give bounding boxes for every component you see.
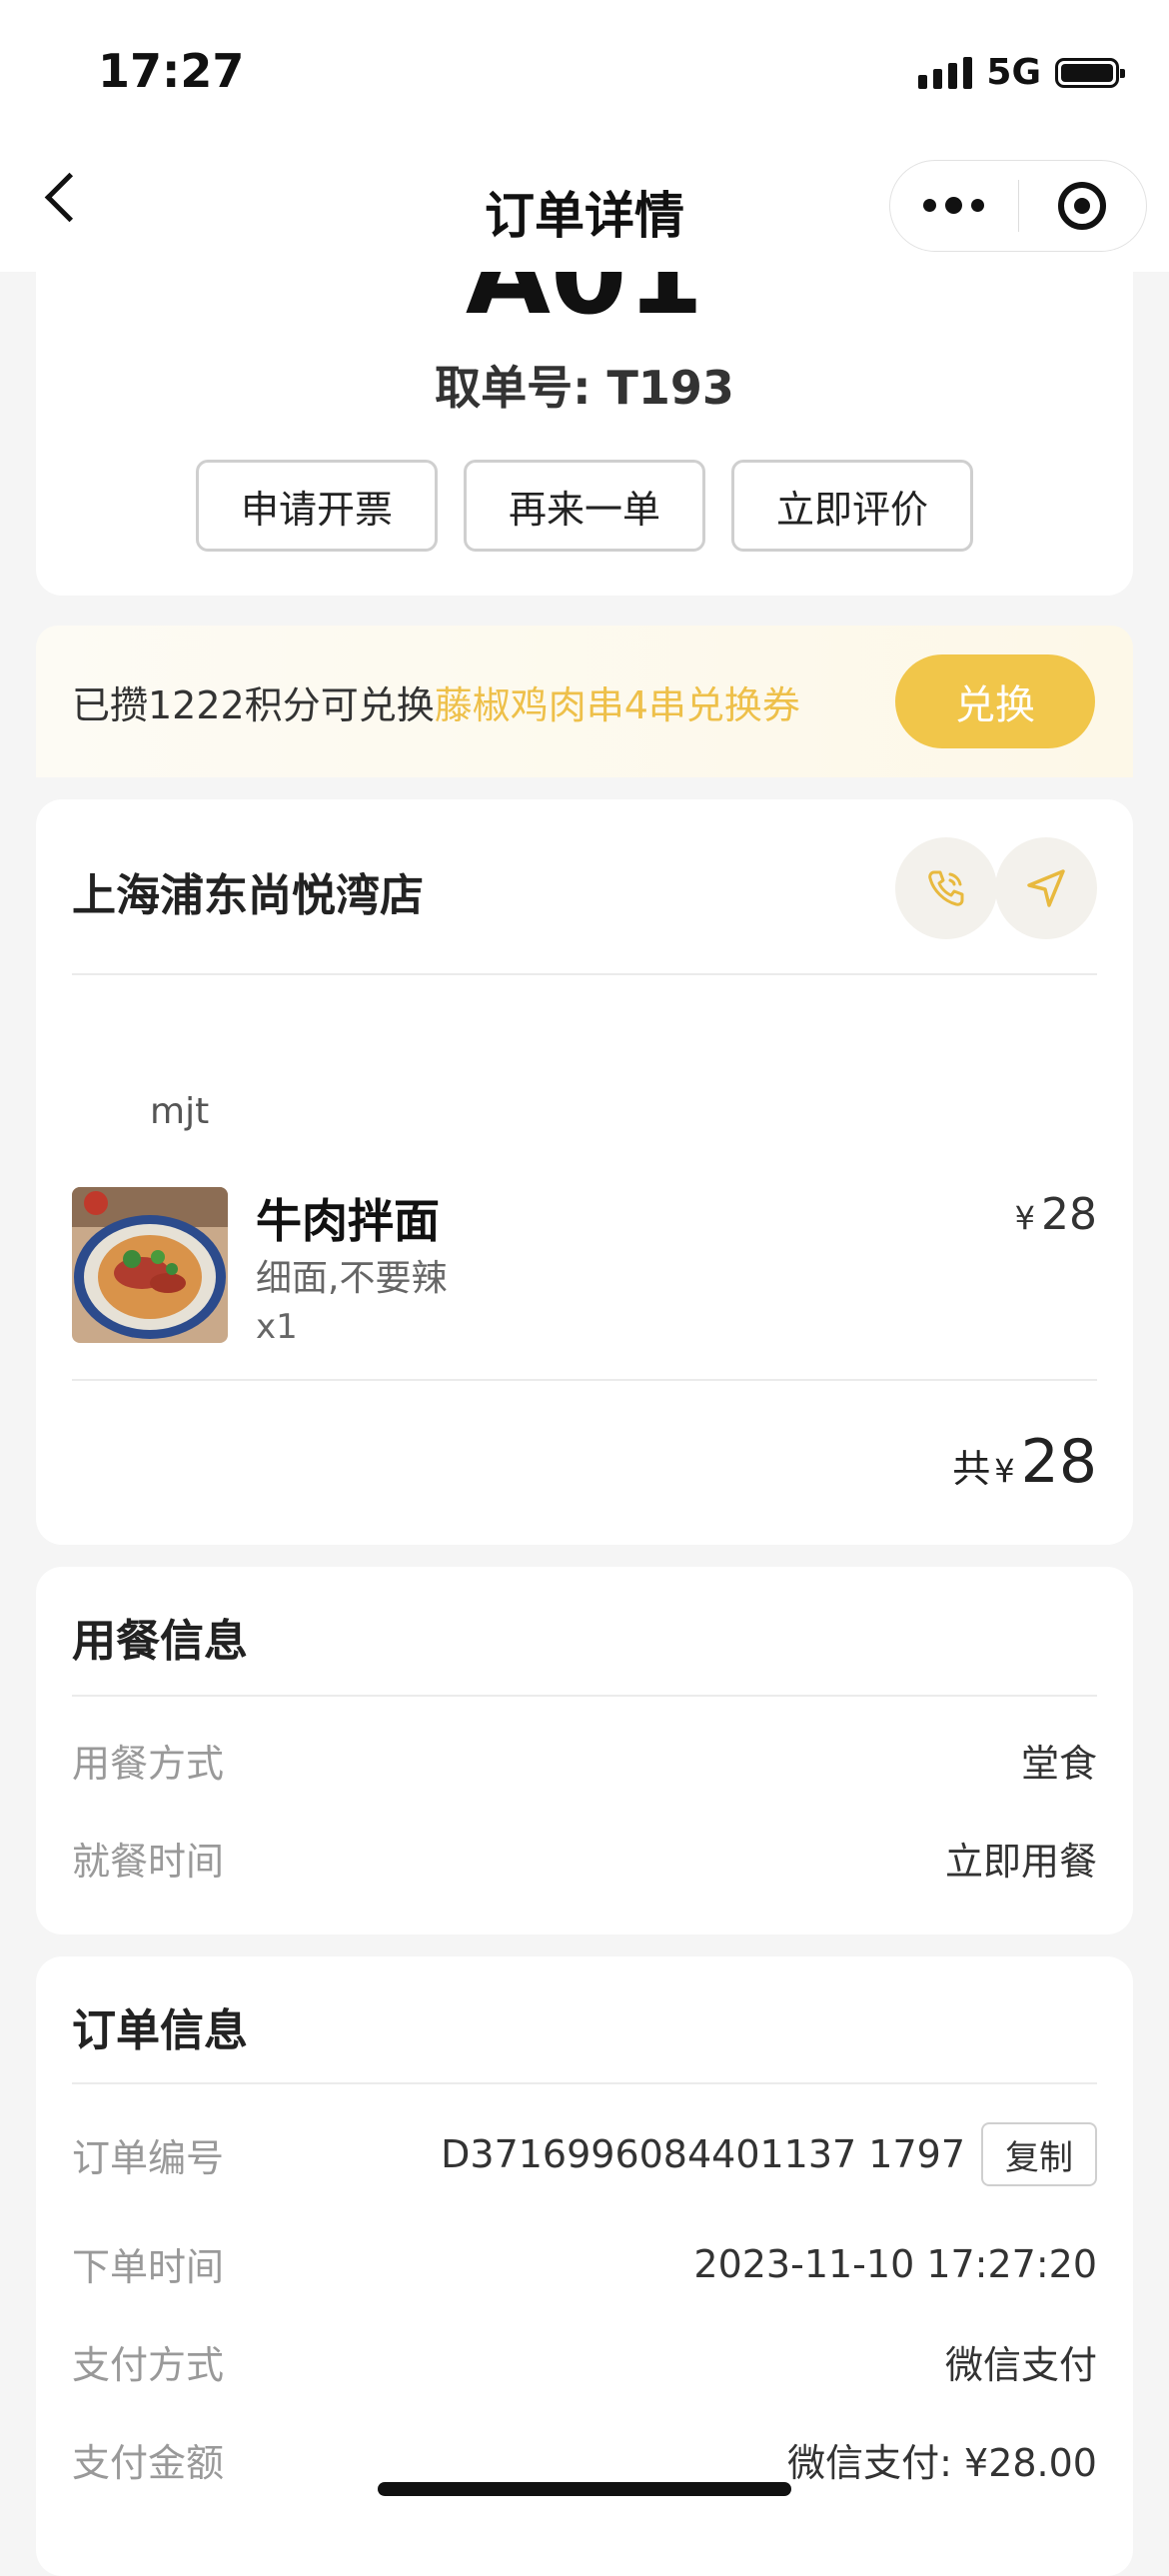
signal-icon <box>918 56 973 89</box>
battery-icon <box>1055 57 1125 88</box>
more-icon[interactable] <box>890 196 1018 214</box>
info-label: 用餐方式 <box>72 1742 225 1786</box>
orderer-name: mjt <box>150 1091 210 1132</box>
navigation-arrow-icon <box>1027 869 1065 907</box>
review-button[interactable]: 立即评价 <box>731 460 973 552</box>
phone-icon <box>928 870 964 906</box>
redeem-button[interactable]: 兑换 <box>895 654 1095 748</box>
section-title: 用餐信息 <box>72 1616 248 1667</box>
status-time: 17:27 <box>98 44 245 98</box>
store-name: 上海浦东尚悦湾店 <box>72 870 424 921</box>
currency-symbol: ¥ <box>1014 1199 1035 1237</box>
info-row: 就餐时间 立即用餐 <box>72 1831 1097 1886</box>
info-row: 支付方式 微信支付 <box>72 2334 1097 2389</box>
order-number: D3716996084401137 1797 <box>441 2132 965 2176</box>
total-label: 共 <box>952 1447 991 1491</box>
info-label: 支付方式 <box>72 2343 225 2387</box>
divider <box>72 1379 1097 1381</box>
points-message: 已攒1222积分可兑换藤椒鸡肉串4串兑换券 <box>72 674 895 729</box>
info-value: 微信支付: ¥28.00 <box>787 2441 1097 2485</box>
dining-info-card: 用餐信息 用餐方式 堂食 就餐时间 立即用餐 <box>36 1567 1133 1934</box>
divider <box>72 973 1097 975</box>
phone-button[interactable] <box>895 837 997 939</box>
dish-price-value: 28 <box>1041 1189 1097 1240</box>
info-row: 下单时间 2023-11-10 17:27:20 <box>72 2236 1097 2291</box>
dish-quantity: x1 <box>256 1307 298 1347</box>
copy-button[interactable]: 复制 <box>981 2122 1097 2186</box>
total-value: 28 <box>1020 1427 1097 1497</box>
dish-image[interactable] <box>72 1187 228 1343</box>
top-bar: 17:27 5G 订单详情 <box>0 0 1169 272</box>
order-actions: 申请开票 再来一单 立即评价 <box>36 460 1133 552</box>
navigate-button[interactable] <box>995 837 1097 939</box>
dish-name: 牛肉拌面 <box>256 1194 440 1248</box>
info-label: 就餐时间 <box>72 1840 225 1884</box>
info-label: 订单编号 <box>72 2135 225 2180</box>
invoice-button[interactable]: 申请开票 <box>196 460 438 552</box>
home-indicator[interactable] <box>378 2482 791 2496</box>
info-value: 2023-11-10 17:27:20 <box>693 2241 1097 2286</box>
dish-spec: 细面,不要辣 <box>256 1258 448 1299</box>
pickup-number: 取单号: T193 <box>435 361 734 415</box>
info-value: 立即用餐 <box>944 1840 1097 1884</box>
info-row: 用餐方式 堂食 <box>72 1733 1097 1788</box>
store-card: 上海浦东尚悦湾店 mjt 牛肉拌面 细面,不要辣 x1 ¥28 共 ¥ 28 <box>36 799 1133 1545</box>
info-row: 订单编号 D3716996084401137 1797 复制 <box>72 2122 1097 2186</box>
points-prefix: 已攒1222积分可兑换 <box>72 682 435 727</box>
network-type: 5G <box>986 52 1041 93</box>
order-total: 共 ¥28 <box>952 1427 1097 1497</box>
info-value: 堂食 <box>1020 1742 1097 1786</box>
info-row: 支付金额 微信支付: ¥28.00 <box>72 2432 1097 2487</box>
points-banner: 已攒1222积分可兑换藤椒鸡肉串4串兑换券 兑换 <box>36 626 1133 777</box>
status-indicators: 5G <box>918 52 1125 93</box>
info-label: 支付金额 <box>72 2441 225 2485</box>
currency-symbol: ¥ <box>994 1452 1015 1490</box>
close-target-icon[interactable] <box>1019 182 1147 230</box>
info-label: 下单时间 <box>72 2245 225 2289</box>
reorder-button[interactable]: 再来一单 <box>464 460 705 552</box>
points-reward: 藤椒鸡肉串4串兑换券 <box>434 682 800 727</box>
dish-price: ¥28 <box>1015 1189 1097 1240</box>
divider <box>72 1695 1097 1697</box>
divider <box>72 2082 1097 2084</box>
info-value: 微信支付 <box>944 2343 1097 2387</box>
mini-program-capsule <box>889 160 1147 252</box>
section-title: 订单信息 <box>72 2005 248 2056</box>
